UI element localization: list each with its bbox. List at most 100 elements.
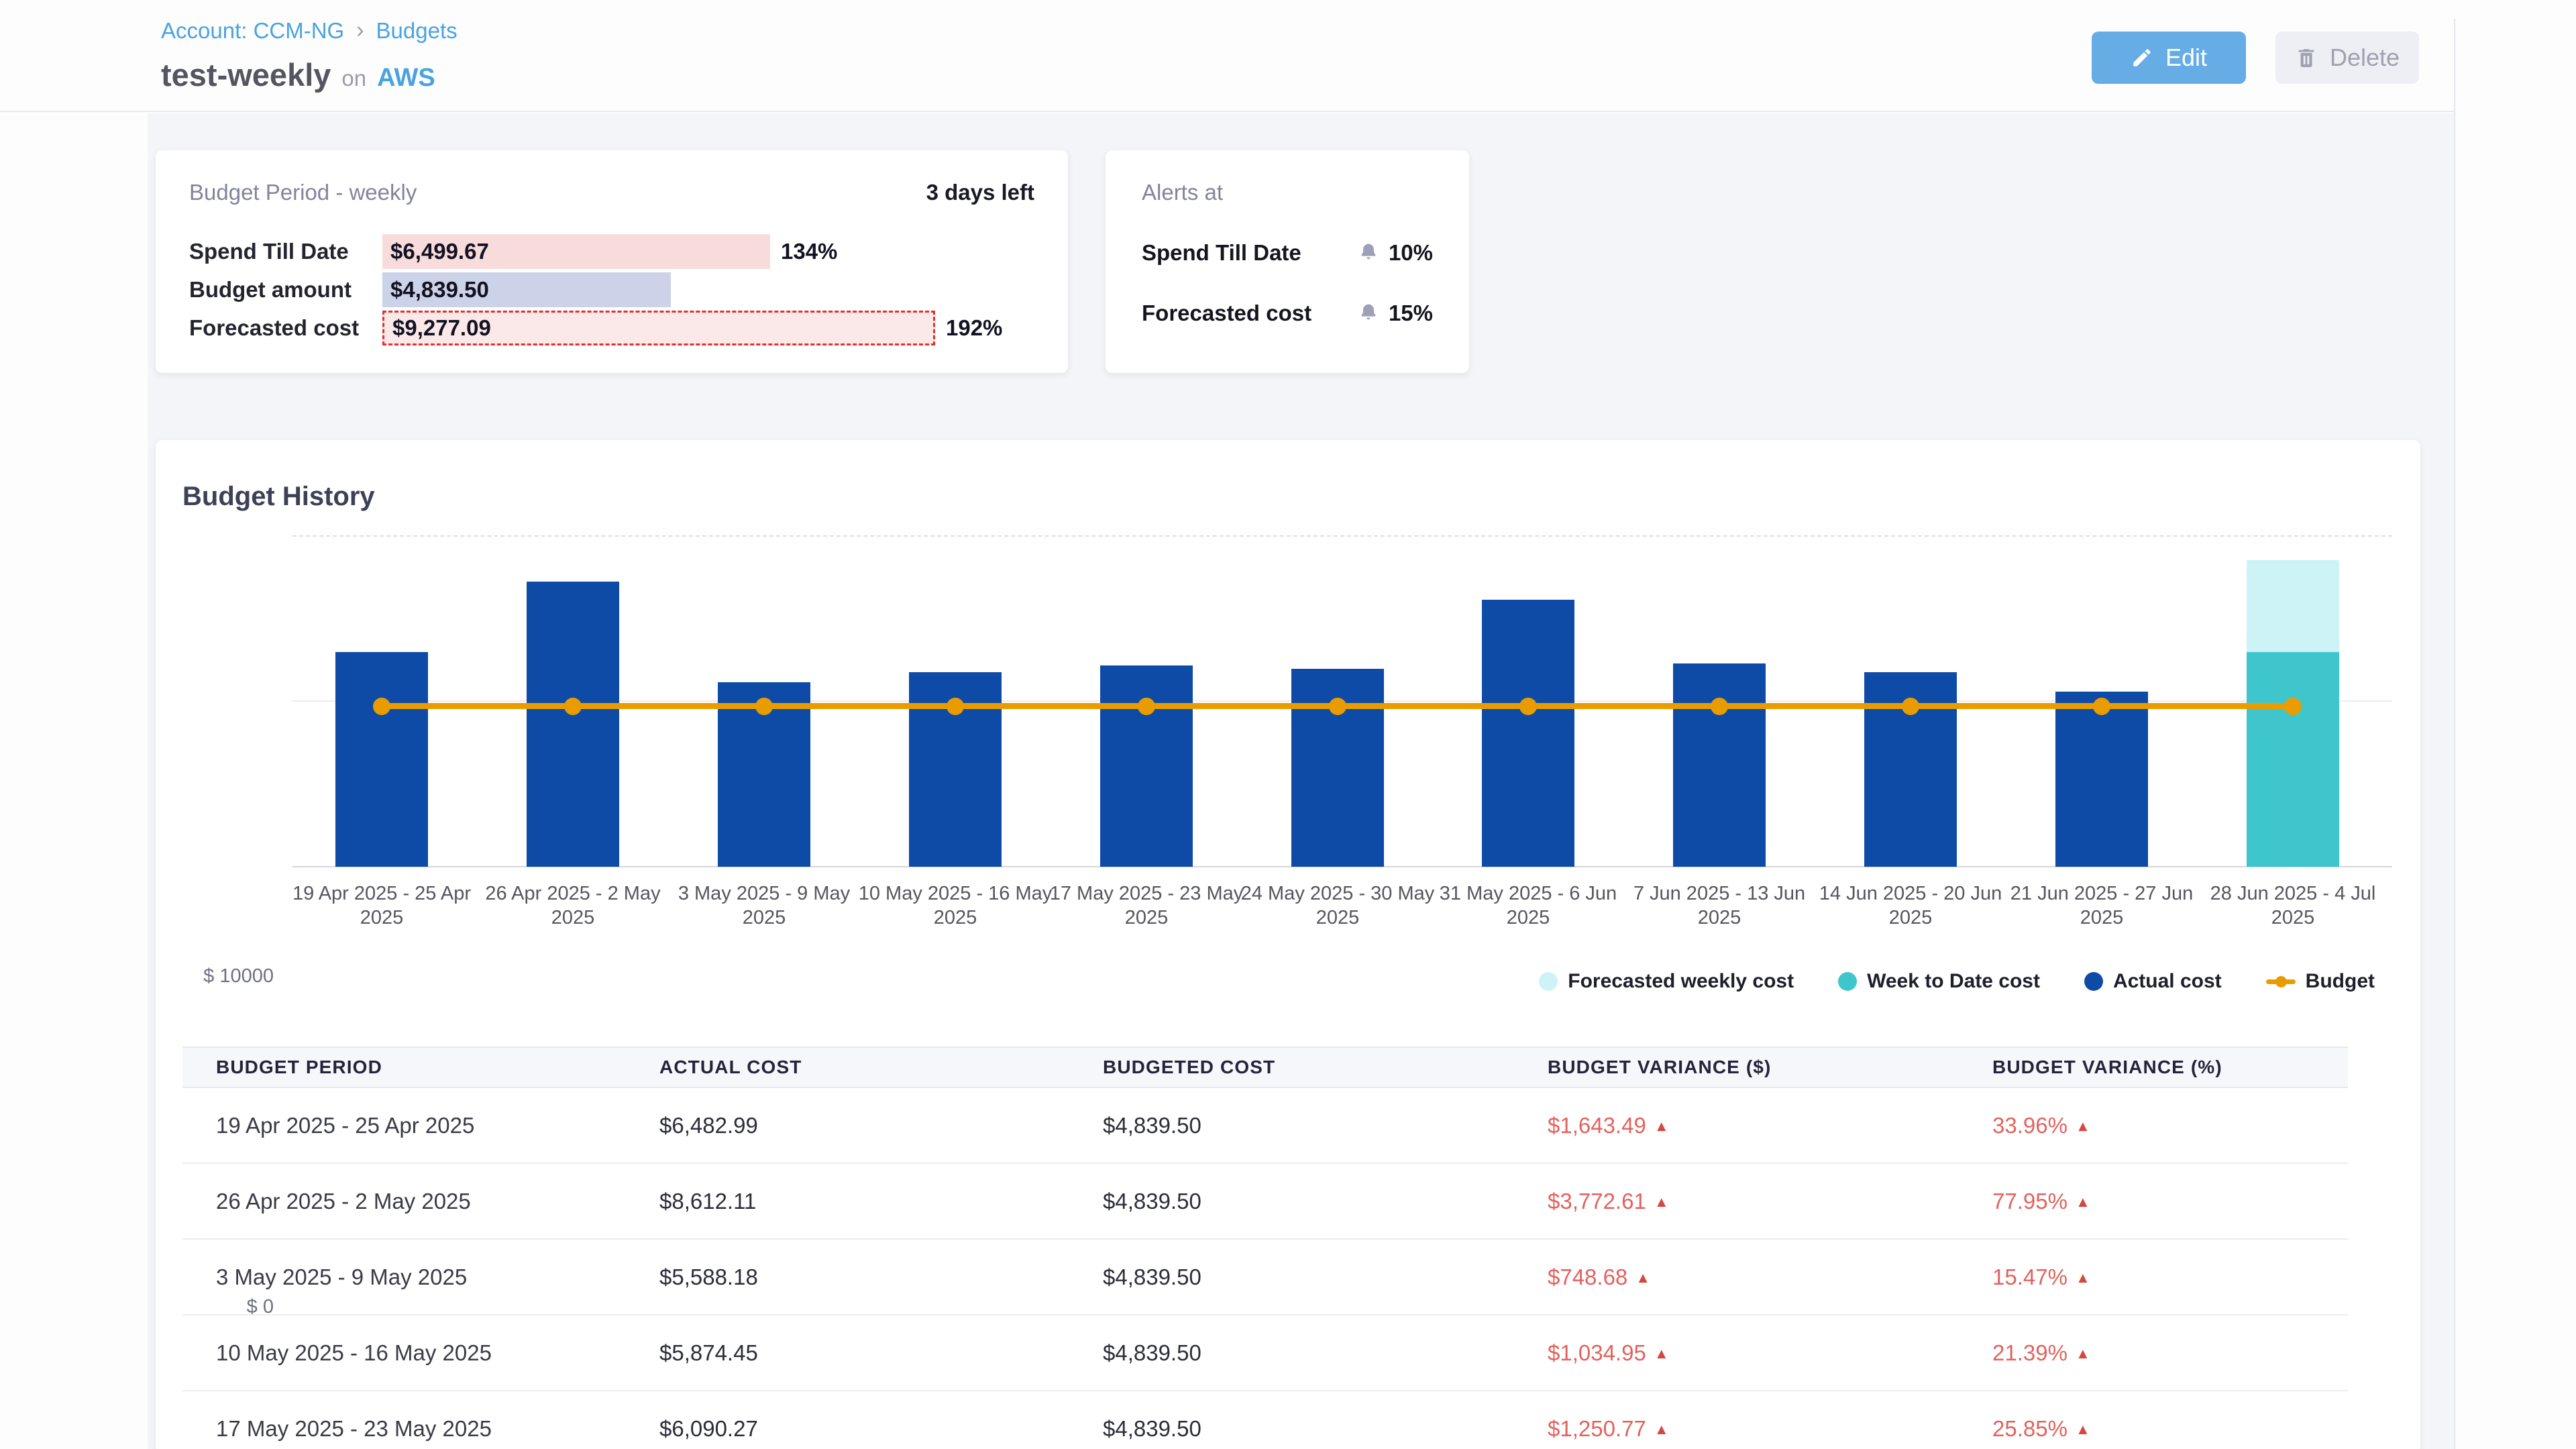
budget-point[interactable] (947, 698, 964, 715)
alert-row: Forecasted cost 15% (1142, 301, 1433, 326)
x-axis-label: 10 May 2025 - 16 May 2025 (858, 881, 1053, 930)
budget-period-row: Budget amount$4,839.50 (189, 270, 1034, 309)
x-axis-label: 31 May 2025 - 6 Jun 2025 (1431, 881, 1625, 930)
x-axis-label: 21 Jun 2025 - 27 Jun 2025 (2004, 881, 2199, 930)
alert-threshold: 15% (1358, 301, 1433, 326)
breadcrumb-account-link[interactable]: Account: CCM-NG (161, 18, 344, 44)
budget-history-card: Budget History $ 10000 $ 0 19 Apr 2025 -… (156, 440, 2420, 1449)
table-row[interactable]: 19 Apr 2025 - 25 Apr 2025$6,482.99$4,839… (182, 1088, 2348, 1164)
content-panel: Budget Period - weekly 3 days left Spend… (148, 113, 2454, 1449)
bar-actual-cost[interactable] (1673, 663, 1766, 867)
page-header: Account: CCM-NG › Budgets test-weekly on… (0, 0, 2455, 112)
budget-period-title: Budget Period - weekly (189, 180, 417, 205)
budget-point[interactable] (1329, 698, 1346, 715)
budget-period-rows: Spend Till Date$6,499.67134%Budget amoun… (189, 232, 1034, 347)
breadcrumb-budgets-link[interactable]: Budgets (376, 18, 458, 44)
budget-point[interactable] (755, 698, 773, 715)
bell-icon (1358, 242, 1379, 264)
variance-up-icon: ▲ (1654, 1345, 1669, 1362)
y-axis-max-label: $ 10000 (156, 965, 274, 987)
table-cell: 19 Apr 2025 - 25 Apr 2025 (182, 1113, 659, 1138)
budget-point[interactable] (2284, 698, 2302, 715)
x-axis-label: 7 Jun 2025 - 13 Jun 2025 (1622, 881, 1817, 930)
trash-icon (2295, 46, 2318, 69)
legend-item-actual-cost[interactable]: Actual cost (2084, 970, 2222, 993)
variance-cell: $1,250.77▲ (1548, 1416, 1992, 1442)
variance-up-icon: ▲ (1654, 1421, 1669, 1438)
breadcrumb: Account: CCM-NG › Budgets (161, 17, 458, 44)
table-row[interactable]: 26 Apr 2025 - 2 May 2025$8,612.11$4,839.… (182, 1164, 2348, 1240)
content-right-border (2454, 19, 2455, 1449)
page: Account: CCM-NG › Budgets test-weekly on… (0, 0, 2576, 1449)
variance-cell: $3,772.61▲ (1548, 1189, 1992, 1214)
variance-up-icon: ▲ (2076, 1345, 2090, 1362)
x-axis-label: 28 Jun 2025 - 4 Jul 2025 (2196, 881, 2390, 930)
bp-row-bar-forecast: $9,277.09 (382, 311, 935, 345)
table-header-cell: BUDGET PERIOD (182, 1057, 659, 1078)
budget-period-row: Forecasted cost$9,277.09 192% (189, 309, 1034, 347)
bar-week-to-date-cost[interactable] (2247, 652, 2339, 867)
x-axis-label: 3 May 2025 - 9 May 2025 (667, 881, 861, 930)
budget-point[interactable] (373, 698, 390, 715)
bar-actual-cost[interactable] (1482, 600, 1574, 867)
x-axis-label: 14 Jun 2025 - 20 Jun 2025 (1813, 881, 2008, 930)
bp-row-label: Forecasted cost (189, 315, 382, 341)
alert-row-label: Spend Till Date (1142, 240, 1301, 266)
table-row[interactable]: 10 May 2025 - 16 May 2025$5,874.45$4,839… (182, 1316, 2348, 1391)
legend-label: Budget (2306, 970, 2375, 993)
table-cell: $4,839.50 (1103, 1340, 1548, 1366)
table-row[interactable]: 17 May 2025 - 23 May 2025$6,090.27$4,839… (182, 1391, 2348, 1449)
table-cell: $4,839.50 (1103, 1416, 1548, 1442)
alert-row-label: Forecasted cost (1142, 301, 1311, 326)
legend-swatch (2084, 972, 2103, 991)
table-cell: $6,090.27 (659, 1416, 1103, 1442)
table-header-cell: BUDGET VARIANCE (%) (1992, 1057, 2348, 1078)
legend-swatch (2266, 979, 2296, 984)
budget-point[interactable] (2093, 698, 2110, 715)
legend-item-budget[interactable]: Budget (2266, 970, 2375, 993)
bar-forecasted-weekly-cost[interactable] (2247, 560, 2339, 652)
table-cell: 10 May 2025 - 16 May 2025 (182, 1340, 659, 1366)
bar-actual-cost[interactable] (527, 582, 619, 867)
table-header-cell: BUDGET VARIANCE ($) (1548, 1057, 1992, 1078)
table-row[interactable]: 3 May 2025 - 9 May 2025$5,588.18$4,839.5… (182, 1240, 2348, 1316)
table-cell: $5,588.18 (659, 1265, 1103, 1290)
legend-item-forecasted-weekly-cost[interactable]: Forecasted weekly cost (1539, 970, 1794, 993)
bar-actual-cost[interactable] (2055, 692, 2148, 867)
delete-button-label: Delete (2330, 44, 2400, 72)
alerts-title: Alerts at (1142, 180, 1223, 205)
variance-cell: $1,034.95▲ (1548, 1340, 1992, 1366)
budget-point[interactable] (1138, 698, 1155, 715)
bar-actual-cost[interactable] (1100, 665, 1193, 867)
variance-up-icon: ▲ (2076, 1421, 2090, 1438)
edit-button[interactable]: Edit (2092, 32, 2246, 84)
alert-threshold-value: 10% (1389, 240, 1433, 266)
bar-actual-cost[interactable] (335, 652, 428, 867)
budget-period-row: Spend Till Date$6,499.67134% (189, 232, 1034, 270)
variance-up-icon: ▲ (1635, 1269, 1650, 1286)
budget-point[interactable] (1711, 698, 1728, 715)
variance-cell: 21.39%▲ (1992, 1340, 2348, 1366)
delete-button[interactable]: Delete (2275, 32, 2419, 84)
budget-point[interactable] (1519, 698, 1537, 715)
legend-label: Week to Date cost (1867, 970, 2040, 993)
variance-up-icon: ▲ (2076, 1269, 2090, 1286)
alert-row: Spend Till Date 10% (1142, 240, 1433, 266)
x-axis-label: 19 Apr 2025 - 25 Apr 2025 (284, 881, 479, 930)
budget-point[interactable] (1902, 698, 1919, 715)
table-header-cell: BUDGETED COST (1103, 1057, 1548, 1078)
table-cell: $4,839.50 (1103, 1189, 1548, 1214)
edit-button-label: Edit (2165, 44, 2207, 72)
bp-row-percent: 192% (946, 315, 1002, 341)
cloud-provider-label: AWS (377, 64, 435, 93)
table-cell: 17 May 2025 - 23 May 2025 (182, 1416, 659, 1442)
budget-period-card: Budget Period - weekly 3 days left Spend… (156, 150, 1068, 373)
x-axis-label: 24 May 2025 - 30 May 2025 (1240, 881, 1435, 930)
title-row: test-weekly on AWS (161, 56, 435, 93)
title-on-word: on (341, 66, 366, 91)
legend-item-week-to-date-cost[interactable]: Week to Date cost (1838, 970, 2040, 993)
budget-point[interactable] (564, 698, 582, 715)
variance-cell: $748.68▲ (1548, 1265, 1992, 1290)
variance-up-icon: ▲ (2076, 1118, 2090, 1134)
bp-row-value: $4,839.50 (390, 277, 489, 303)
